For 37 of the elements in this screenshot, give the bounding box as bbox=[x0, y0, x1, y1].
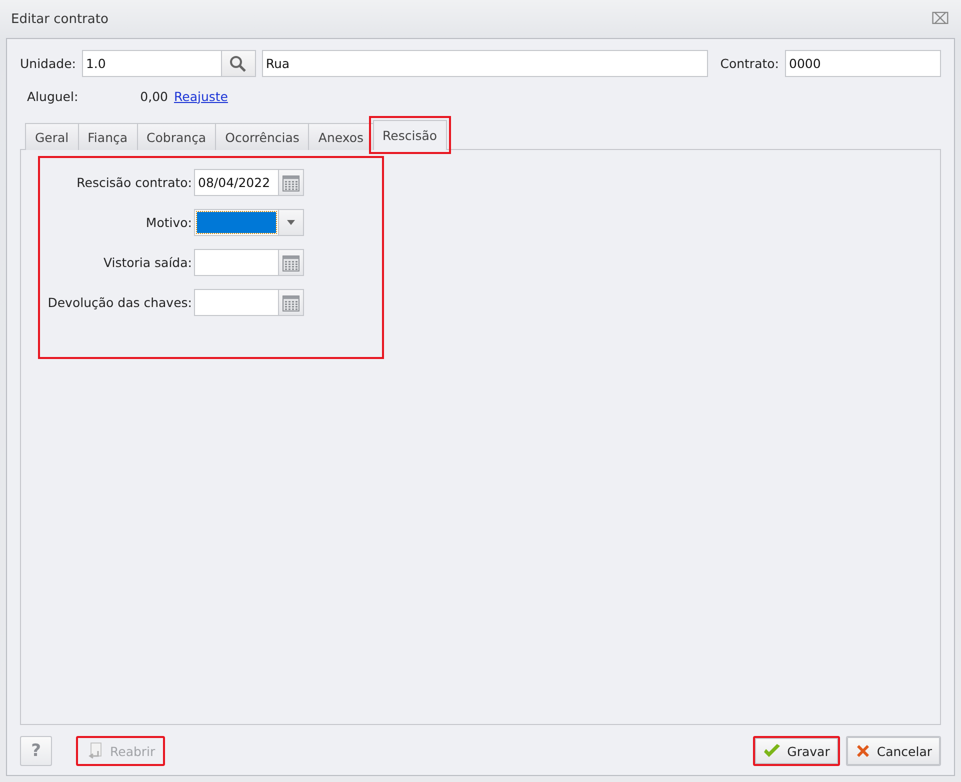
search-button[interactable] bbox=[222, 50, 256, 77]
calendar-button[interactable] bbox=[279, 289, 304, 316]
calendar-icon bbox=[282, 254, 300, 272]
close-icon bbox=[854, 743, 871, 759]
field-label: Rescisão contrato: bbox=[76, 175, 193, 190]
unit-field[interactable]: 1.0 bbox=[82, 50, 222, 77]
field-label: Aluguel: bbox=[27, 88, 80, 104]
field-label: Vistoria saída: bbox=[102, 255, 193, 270]
calendar-button[interactable] bbox=[279, 169, 304, 196]
document-arrow-icon bbox=[86, 742, 104, 760]
tab[interactable]: Fiança bbox=[78, 123, 138, 150]
date-field[interactable] bbox=[194, 289, 279, 316]
calendar-icon bbox=[282, 174, 300, 192]
save-button[interactable]: Gravar bbox=[753, 736, 840, 766]
calendar-icon bbox=[282, 294, 300, 312]
date-field[interactable] bbox=[194, 249, 279, 276]
tab[interactable]: Geral bbox=[25, 123, 79, 150]
contract-field[interactable]: 0000 bbox=[785, 50, 941, 77]
window-title: Editar contrato bbox=[11, 12, 108, 26]
field-label: Devolução das chaves: bbox=[46, 295, 193, 310]
adjust-link[interactable]: Reajuste bbox=[174, 88, 228, 104]
field-label: Unidade: bbox=[20, 56, 76, 71]
tab[interactable]: Ocorrências bbox=[215, 123, 310, 150]
dropdown-button[interactable] bbox=[279, 209, 304, 236]
cancel-button[interactable]: Cancelar bbox=[846, 736, 941, 766]
street-field[interactable]: Rua bbox=[262, 50, 708, 77]
caret-icon bbox=[287, 220, 295, 225]
check-icon bbox=[763, 743, 782, 759]
search-icon bbox=[229, 54, 248, 72]
field-label: Motivo: bbox=[144, 215, 193, 230]
tab[interactable]: Cobrança bbox=[136, 123, 216, 150]
motive-dropdown[interactable] bbox=[194, 209, 279, 236]
field-label: Contrato: bbox=[720, 56, 779, 71]
date-field[interactable]: 08/04/2022 bbox=[194, 169, 279, 196]
calendar-button[interactable] bbox=[279, 249, 304, 276]
tab[interactable]: Anexos bbox=[308, 123, 374, 150]
rent-value: 0,00 bbox=[139, 88, 168, 104]
